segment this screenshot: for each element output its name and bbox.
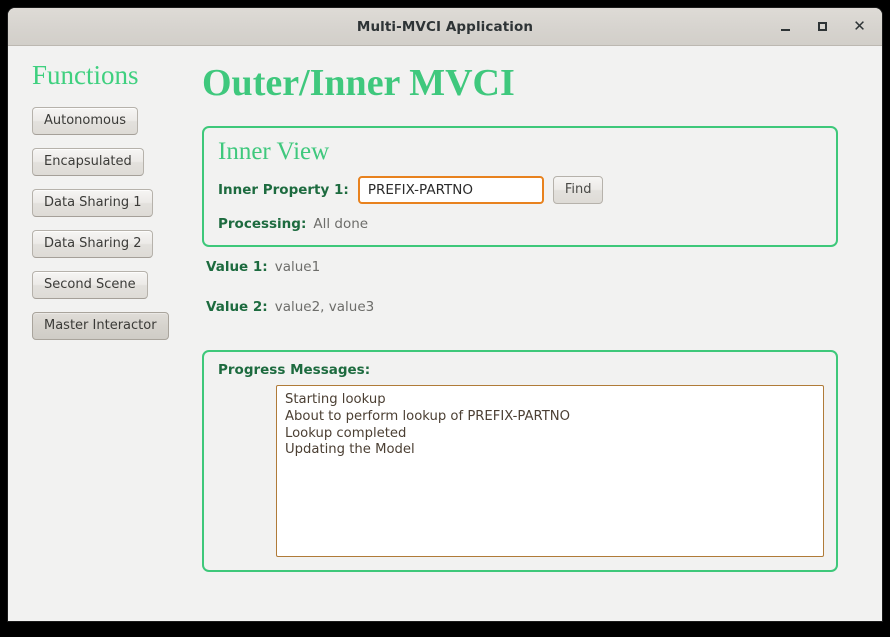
sidebar-button-list: Autonomous Encapsulated Data Sharing 1 D… — [25, 106, 194, 353]
main-content: Outer/Inner MVCI Inner View Inner Proper… — [194, 46, 882, 621]
find-button[interactable]: Find — [552, 176, 604, 205]
value-2-value: value2, value3 — [274, 299, 375, 316]
progress-message-line: Starting lookup — [285, 392, 386, 408]
progress-message-line: About to perform lookup of PREFIX-PARTNO — [285, 408, 571, 424]
window-title: Multi-MVCI Application — [356, 18, 534, 35]
value-1-row: Value 1: value1 — [206, 259, 882, 299]
minimize-icon[interactable] — [777, 18, 794, 35]
value-2-row: Value 2: value2, value3 — [206, 299, 882, 339]
inner-view-panel: Inner View Inner Property 1: Find Proces… — [202, 125, 838, 248]
progress-message-line: Updating the Model — [285, 442, 415, 458]
sidebar-title: Functions — [32, 60, 139, 90]
progress-messages-label: Progress Messages: — [218, 362, 371, 379]
processing-value: All done — [313, 216, 369, 233]
value-1-value: value1 — [274, 259, 321, 276]
processing-row: Processing: All done — [218, 216, 822, 232]
title-bar: Multi-MVCI Application ✕ — [8, 8, 882, 46]
inner-property-label: Inner Property 1: — [218, 182, 349, 199]
value-2-label: Value 2: — [206, 299, 268, 316]
client-area: Functions Autonomous Encapsulated Data S… — [8, 46, 882, 621]
progress-panel: Progress Messages: Starting lookup About… — [202, 350, 838, 573]
processing-label: Processing: — [218, 216, 307, 233]
window-controls: ✕ — [777, 8, 868, 45]
sidebar-item-encapsulated[interactable]: Encapsulated — [32, 147, 144, 176]
sidebar-item-master-interactor[interactable]: Master Interactor — [32, 311, 169, 340]
page-title: Outer/Inner MVCI — [202, 62, 515, 104]
screen: Multi-MVCI Application ✕ Functions Auton… — [0, 0, 890, 637]
sidebar-item-second-scene[interactable]: Second Scene — [32, 270, 148, 299]
progress-message-line: Lookup completed — [285, 425, 407, 441]
progress-messages-textarea[interactable]: Starting lookup About to perform lookup … — [276, 385, 824, 558]
inner-view-title: Inner View — [218, 137, 330, 165]
close-icon[interactable]: ✕ — [851, 18, 868, 35]
inner-property-row: Inner Property 1: Find — [218, 176, 822, 205]
application-window: Multi-MVCI Application ✕ Functions Auton… — [8, 8, 882, 621]
value-1-label: Value 1: — [206, 259, 268, 276]
sidebar: Functions Autonomous Encapsulated Data S… — [8, 46, 194, 621]
sidebar-item-data-sharing-2[interactable]: Data Sharing 2 — [32, 229, 154, 258]
inner-property-input[interactable] — [357, 176, 544, 205]
maximize-icon[interactable] — [814, 18, 831, 35]
sidebar-item-data-sharing-1[interactable]: Data Sharing 1 — [32, 188, 154, 217]
sidebar-item-autonomous[interactable]: Autonomous — [32, 106, 139, 135]
